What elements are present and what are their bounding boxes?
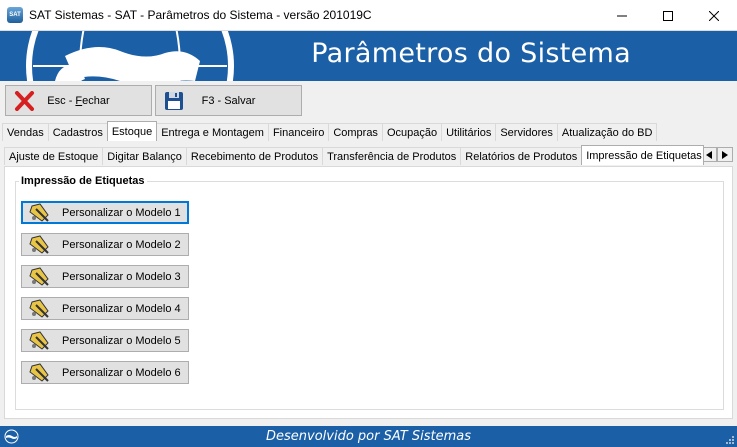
app-icon: SAT (7, 7, 23, 23)
customize-model-1-button[interactable]: Personalizar o Modelo 1 (21, 201, 189, 224)
tab-servidores[interactable]: Servidores (495, 123, 558, 141)
button-label: Personalizar o Modelo 3 (62, 270, 181, 283)
button-label: Personalizar o Modelo 4 (62, 302, 181, 315)
customize-model-3-button[interactable]: Personalizar o Modelo 3 (21, 265, 189, 288)
tab-entrega-e-montagem[interactable]: Entrega e Montagem (156, 123, 269, 141)
tab-scroll-arrows (701, 147, 733, 162)
arrow-right-icon (722, 150, 728, 159)
tab-vendas[interactable]: Vendas (2, 123, 49, 141)
close-icon (709, 10, 719, 21)
tab-financeiro[interactable]: Financeiro (267, 123, 330, 141)
resize-grip-icon[interactable] (725, 435, 735, 445)
tab-scroll-right-button[interactable] (717, 147, 733, 162)
globe-icon (4, 429, 19, 444)
subtab-impressao-de-etiquetas[interactable]: Impressão de Etiquetas (581, 145, 705, 165)
window-controls (599, 0, 737, 31)
close-window-button[interactable] (691, 0, 737, 31)
arrow-left-icon (706, 150, 712, 159)
pen-nib-icon (29, 363, 49, 382)
close-button-label: Esc - Fechar (47, 94, 110, 107)
pen-nib-icon (29, 299, 49, 318)
close-button[interactable]: Esc - Fechar (5, 85, 152, 116)
footer-bar: Desenvolvido por SAT Sistemas (0, 426, 737, 447)
maximize-icon (663, 10, 673, 21)
footer-text: Desenvolvido por SAT Sistemas (265, 429, 471, 444)
minimize-button[interactable] (599, 0, 645, 31)
tab-utilitarios[interactable]: Utilitários (441, 123, 497, 141)
group-title: Impressão de Etiquetas (19, 175, 147, 187)
minimize-icon (617, 15, 627, 16)
tab-cadastros[interactable]: Cadastros (47, 123, 108, 141)
button-label: Personalizar o Modelo 2 (62, 238, 181, 251)
main-tabs: Vendas Cadastros Estoque Entrega e Monta… (2, 121, 658, 141)
subtab-recebimento-de-produtos[interactable]: Recebimento de Produtos (185, 147, 324, 165)
maximize-button[interactable] (645, 0, 691, 31)
customize-model-5-button[interactable]: Personalizar o Modelo 5 (21, 329, 189, 352)
tab-estoque[interactable]: Estoque (106, 121, 158, 141)
tab-compras[interactable]: Compras (328, 123, 383, 141)
subtab-ajuste-de-estoque[interactable]: Ajuste de Estoque (4, 147, 104, 165)
banner-title: Parâmetros do Sistema (311, 38, 631, 69)
pen-nib-icon (29, 331, 49, 350)
pen-nib-icon (29, 235, 49, 254)
tab-ocupacao[interactable]: Ocupação (381, 123, 443, 141)
subtab-relatorios-de-produtos[interactable]: Relatórios de Produtos (460, 147, 583, 165)
subtab-transferencia-de-produtos[interactable]: Transferência de Produtos (322, 147, 462, 165)
customize-model-2-button[interactable]: Personalizar o Modelo 2 (21, 233, 189, 256)
subtab-digitar-balanco[interactable]: Digitar Balanço (102, 147, 187, 165)
button-label: Personalizar o Modelo 6 (62, 366, 181, 379)
window-title: SAT Sistemas - SAT - Parâmetros do Siste… (29, 8, 372, 22)
pen-nib-icon (29, 203, 49, 222)
globe-logo-icon (26, 31, 234, 81)
button-label: Personalizar o Modelo 5 (62, 334, 181, 347)
customize-model-4-button[interactable]: Personalizar o Modelo 4 (21, 297, 189, 320)
button-label: Personalizar o Modelo 1 (62, 206, 181, 219)
header-banner: Parâmetros do Sistema (0, 31, 737, 81)
pen-nib-icon (29, 267, 49, 286)
sub-tabs: Ajuste de Estoque Digitar Balanço Recebi… (4, 145, 705, 165)
title-bar: SAT SAT Sistemas - SAT - Parâmetros do S… (0, 0, 737, 31)
save-button[interactable]: F3 - Salvar (155, 85, 302, 116)
save-button-label: F3 - Salvar (201, 94, 256, 107)
customize-model-6-button[interactable]: Personalizar o Modelo 6 (21, 361, 189, 384)
tab-atualizacao-do-bd[interactable]: Atualização do BD (556, 123, 658, 141)
toolbar: Esc - Fechar F3 - Salvar (0, 81, 737, 121)
